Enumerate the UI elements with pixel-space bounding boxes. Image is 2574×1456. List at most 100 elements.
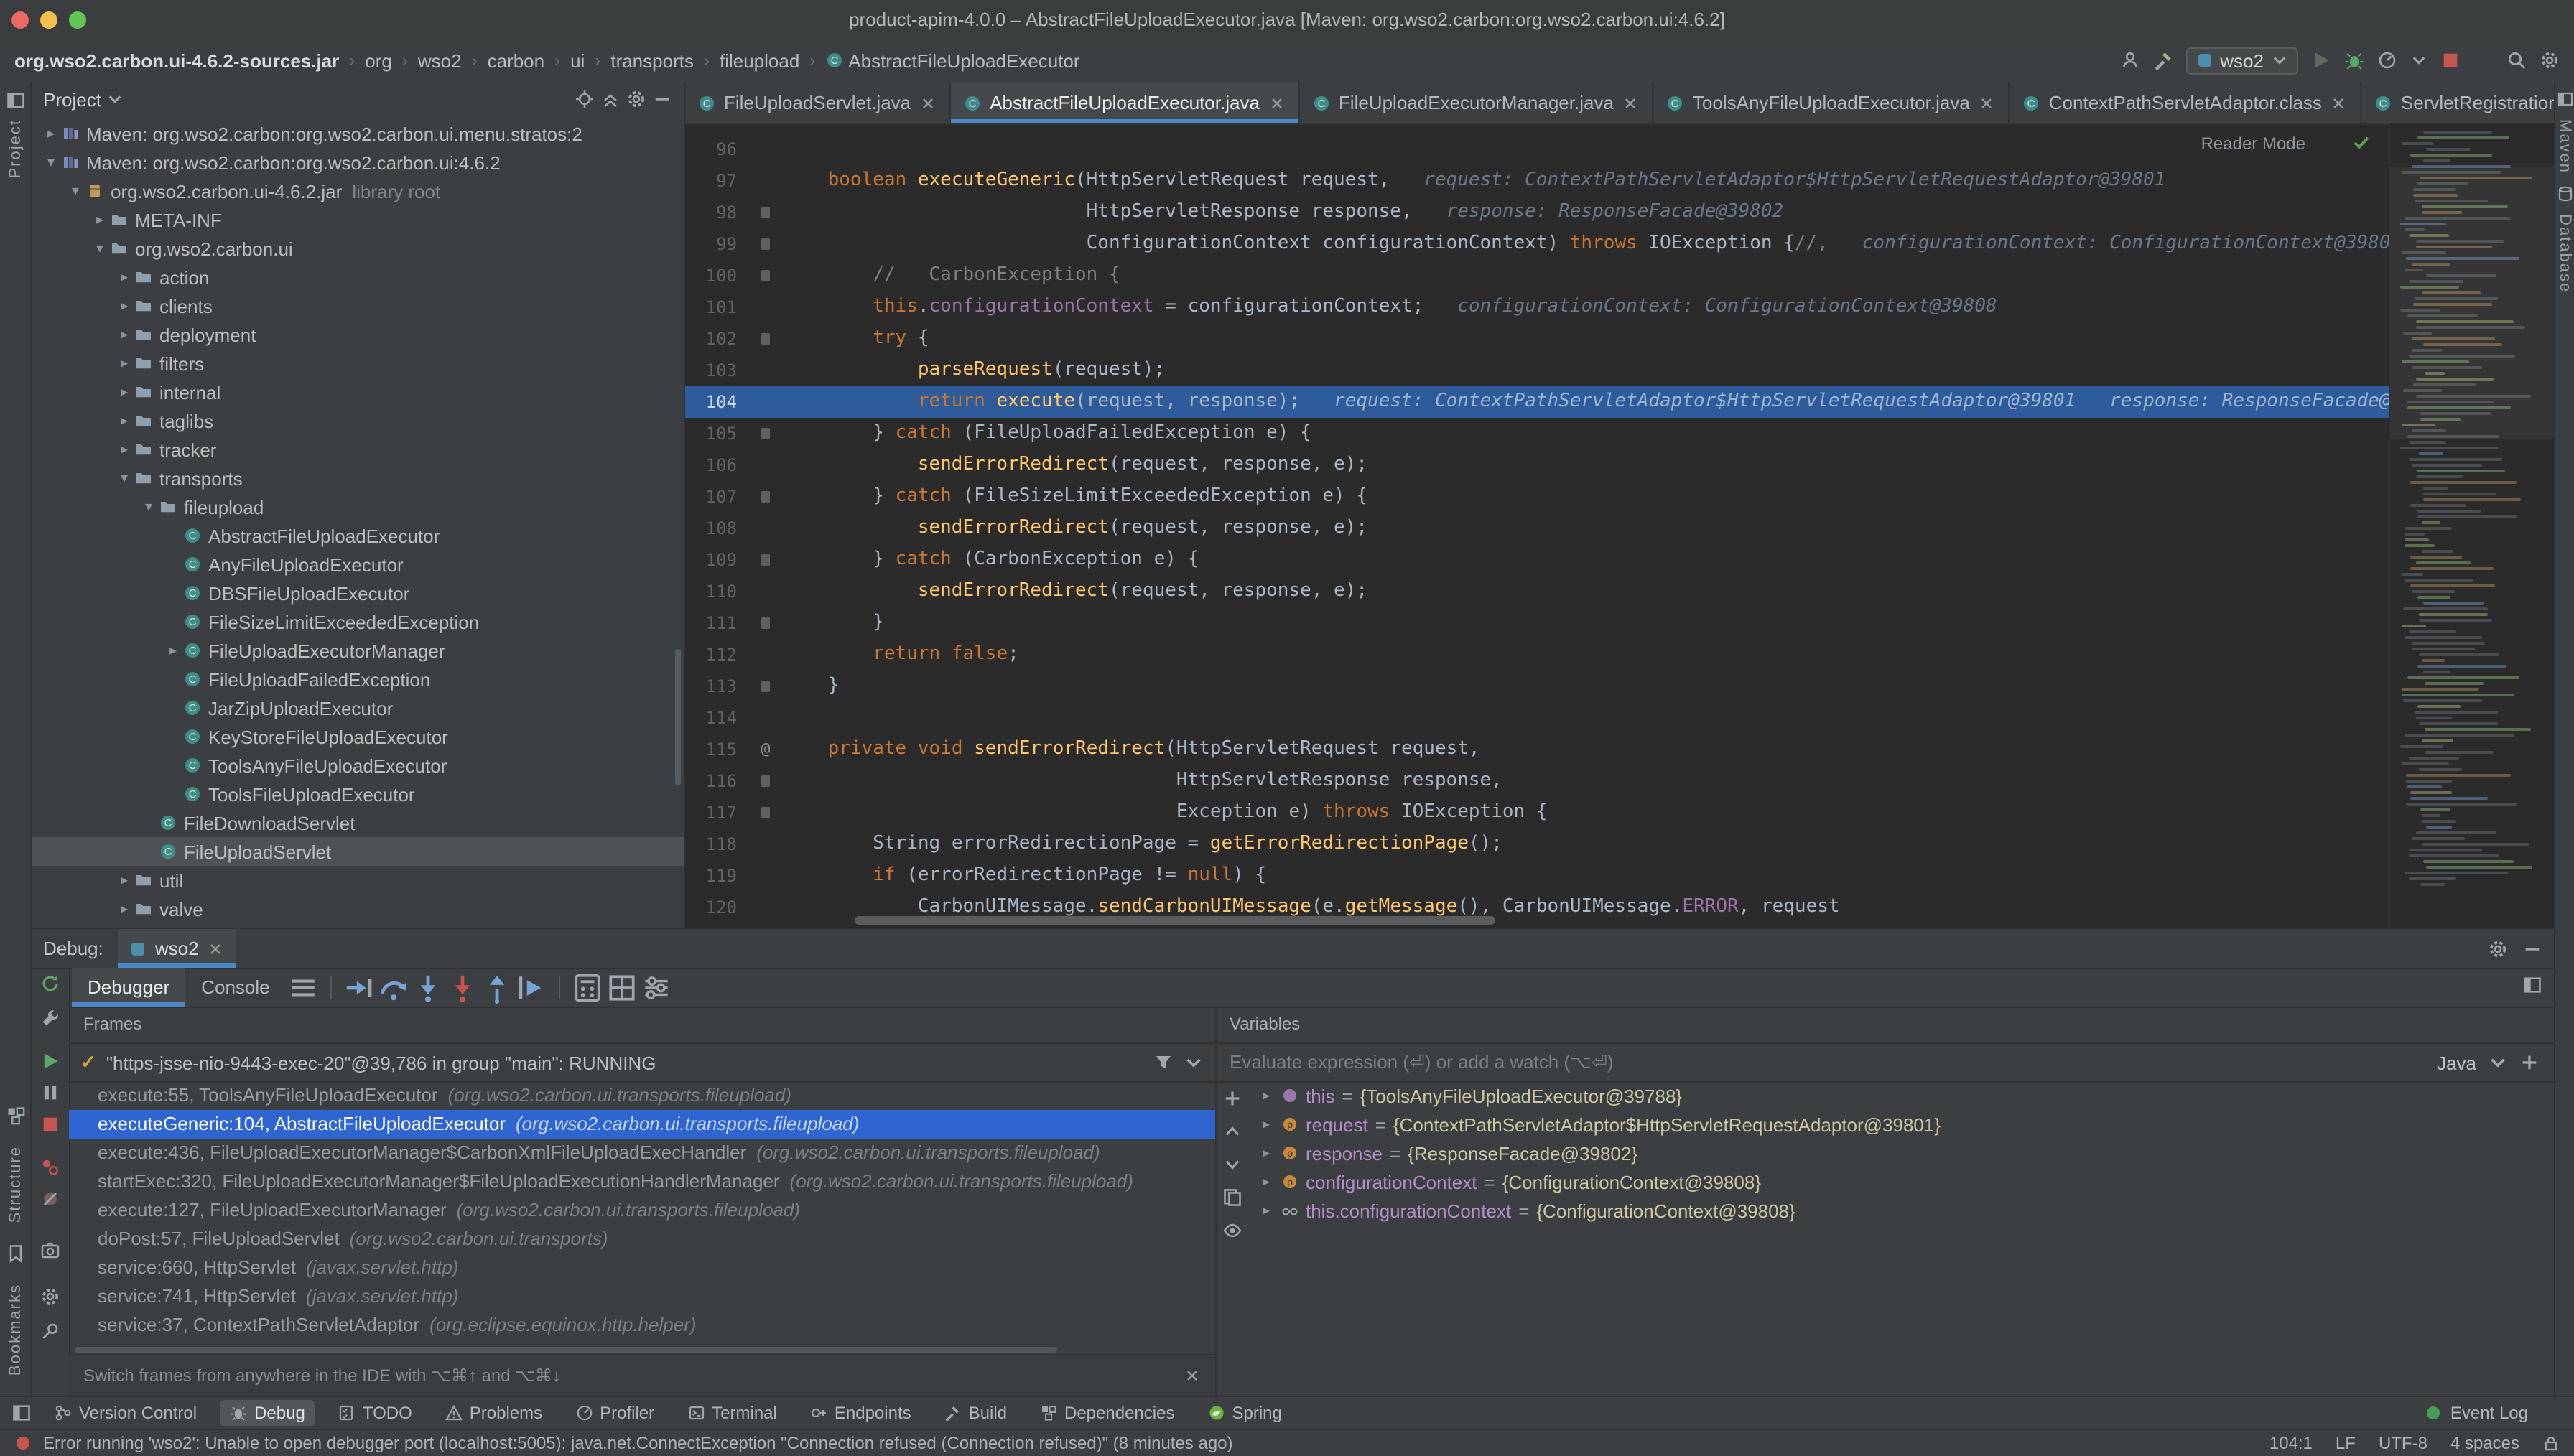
reader-mode-toggle[interactable]: Reader Mode — [2201, 134, 2305, 154]
stack-frame[interactable]: execute:436, FileUploadExecutorManager$C… — [69, 1139, 1215, 1167]
debug-view-tab[interactable]: Console — [185, 968, 285, 1007]
breadcrumb-item[interactable]: AbstractFileUploadExecutor — [848, 50, 1079, 71]
tree-chevron-icon[interactable]: ▸ — [89, 212, 111, 228]
run-to-cursor-button[interactable] — [514, 971, 549, 1003]
move-up-button[interactable] — [1222, 1121, 1242, 1142]
line-number-gutter[interactable]: 119 — [685, 860, 748, 892]
line-number-gutter[interactable]: 109 — [685, 544, 748, 576]
stack-frame[interactable]: service:37, ContextPathServletAdaptor(or… — [69, 1311, 1215, 1340]
sidebar-item-project[interactable]: Project — [6, 119, 24, 179]
debug-session-tab[interactable]: wso2 — [118, 929, 236, 968]
tree-item[interactable]: CFileUploadServlet — [32, 837, 684, 866]
search-everywhere-icon[interactable] — [2506, 50, 2527, 70]
tree-item[interactable]: ▾org.wso2.carbon.ui-4.6.2.jarlibrary roo… — [32, 177, 684, 205]
close-hint-icon[interactable] — [1184, 1367, 1201, 1384]
toolwindow-button-debug[interactable]: Debug — [220, 1400, 315, 1426]
expand-chevron-icon[interactable]: ▸ — [1258, 1116, 1274, 1132]
line-number-gutter[interactable]: 103 — [685, 355, 748, 386]
add-watch-icon[interactable] — [2519, 1053, 2540, 1073]
close-tab-icon[interactable] — [2331, 94, 2348, 111]
resume-program-button[interactable] — [40, 1051, 60, 1071]
tree-item[interactable]: CToolsAnyFileUploadExecutor — [32, 751, 684, 780]
project-stripe-icon[interactable] — [5, 90, 25, 111]
tree-chevron-icon[interactable]: ▾ — [40, 154, 62, 170]
editor-tab[interactable]: CContextPathServletAdaptor.class — [2010, 82, 2362, 123]
tree-chevron-icon[interactable]: ▸ — [113, 269, 135, 285]
thread-dump-button[interactable] — [40, 1241, 60, 1261]
tree-item[interactable]: ▸Maven: org.wso2.carbon:org.wso2.carbon.… — [32, 119, 684, 148]
tree-chevron-icon[interactable]: ▸ — [113, 901, 135, 917]
tree-item[interactable]: CKeyStoreFileUploadExecutor — [32, 722, 684, 751]
step-into-button[interactable] — [411, 971, 445, 1003]
mute-breakpoints-button[interactable] — [40, 1189, 60, 1209]
tree-item[interactable]: CAnyFileUploadExecutor — [32, 550, 684, 579]
expand-chevron-icon[interactable]: ▸ — [1258, 1174, 1274, 1190]
tree-chevron-icon[interactable]: ▸ — [113, 413, 135, 429]
step-out-button[interactable] — [480, 971, 514, 1003]
tool-windows-icon[interactable] — [2556, 90, 2573, 108]
line-number-gutter[interactable]: 116 — [685, 765, 748, 797]
indent-widget[interactable]: 4 spaces — [2450, 1433, 2519, 1453]
thread-selector[interactable]: ✓ "https-jsse-nio-9443-exec-20"@39,786 i… — [69, 1044, 1215, 1083]
tree-item[interactable]: ▾transports — [32, 464, 684, 493]
line-number-gutter[interactable]: 96 — [685, 134, 748, 165]
edit-configuration-button[interactable] — [40, 1008, 60, 1028]
line-number-gutter[interactable]: 97 — [685, 165, 748, 197]
stack-frame[interactable]: executeGeneric:104, AbstractFileUploadEx… — [69, 1110, 1215, 1139]
line-number-gutter[interactable]: 118 — [685, 829, 748, 860]
tree-chevron-icon[interactable]: ▸ — [113, 872, 135, 888]
variable-row[interactable]: ▸presponse = {ResponseFacade@39802} — [1250, 1139, 2554, 1167]
show-execution-point-button[interactable] — [342, 971, 376, 1003]
line-number-gutter[interactable]: 111 — [685, 607, 748, 639]
close-tab-icon[interactable] — [1268, 94, 1286, 111]
filter-frames-icon[interactable] — [1153, 1053, 1174, 1073]
expand-chevron-icon[interactable]: ▸ — [1258, 1088, 1274, 1103]
toolwindow-button-endpoints[interactable]: Endpoints — [800, 1400, 921, 1426]
tree-item[interactable]: ▸CFileUploadExecutorManager — [32, 636, 684, 665]
toolwindow-button-profiler[interactable]: Profiler — [565, 1400, 664, 1426]
restore-layout-icon[interactable] — [2522, 975, 2542, 995]
editor-tab[interactable]: CFileUploadExecutorManager.java — [1300, 82, 1654, 123]
tree-chevron-icon[interactable]: ▸ — [162, 643, 184, 658]
chevron-down-icon[interactable] — [1184, 1053, 1204, 1073]
editor-tab[interactable]: CServletRegistration.class — [2362, 82, 2554, 123]
zoom-window-button[interactable] — [69, 11, 86, 28]
line-number-gutter[interactable]: 102 — [685, 323, 748, 355]
run-button[interactable] — [2311, 50, 2331, 70]
inspections-ok-icon[interactable] — [2351, 132, 2371, 152]
breadcrumb-item[interactable]: org.wso2.carbon.ui-4.6.2-sources.jar — [14, 50, 339, 71]
tree-item[interactable]: ▸clients — [32, 291, 684, 320]
code-editor[interactable]: 9697 boolean executeGeneric(HttpServletR… — [685, 123, 2389, 928]
caret-position-widget[interactable]: 104:1 — [2269, 1433, 2313, 1453]
toolwindow-button-build[interactable]: Build — [934, 1400, 1017, 1426]
toolwindow-button-dependencies[interactable]: Dependencies — [1030, 1400, 1184, 1426]
event-log-button[interactable]: Event Log — [2425, 1403, 2563, 1423]
tree-chevron-icon[interactable]: ▾ — [65, 183, 86, 199]
tree-chevron-icon[interactable]: ▸ — [40, 126, 62, 141]
toolwindow-button-problems[interactable]: Problems — [435, 1400, 552, 1426]
settings-gear-icon[interactable] — [2540, 50, 2560, 70]
editor-tab[interactable]: CToolsAnyFileUploadExecutor.java — [1654, 82, 2010, 123]
profiler-button[interactable] — [2377, 50, 2397, 70]
tree-chevron-icon[interactable]: ▸ — [113, 384, 135, 400]
variable-row[interactable]: ▸prequest = {ContextPathServletAdaptor$H… — [1250, 1110, 2554, 1139]
line-separator-widget[interactable]: LF — [2336, 1433, 2356, 1453]
tree-item[interactable]: ▸filters — [32, 349, 684, 378]
stack-frame[interactable]: execute:127, FileUploadExecutorManager(o… — [69, 1196, 1215, 1225]
tree-chevron-icon[interactable]: ▸ — [113, 442, 135, 457]
stack-frame[interactable]: startExec:320, FileUploadExecutorManager… — [69, 1167, 1215, 1196]
breadcrumb-item[interactable]: carbon — [488, 50, 545, 71]
tree-item[interactable]: ▸internal — [32, 378, 684, 406]
code-with-me-icon[interactable] — [2119, 50, 2139, 70]
tree-chevron-icon[interactable]: ▾ — [89, 241, 111, 256]
line-number-gutter[interactable]: 108 — [685, 513, 748, 544]
locate-file-button[interactable] — [575, 89, 595, 109]
variable-row[interactable]: ▸pconfigurationContext = {ConfigurationC… — [1250, 1167, 2554, 1196]
sidebar-item-structure[interactable]: Structure — [6, 1147, 24, 1223]
close-tab-icon[interactable] — [919, 94, 937, 111]
toolwindow-button-version-control[interactable]: Version Control — [45, 1400, 207, 1426]
tree-item[interactable]: CFileSizeLimitExceededException — [32, 607, 684, 636]
project-settings-button[interactable] — [626, 89, 646, 109]
copy-value-button[interactable] — [1222, 1187, 1242, 1208]
breadcrumb-item[interactable]: ui — [570, 50, 585, 71]
